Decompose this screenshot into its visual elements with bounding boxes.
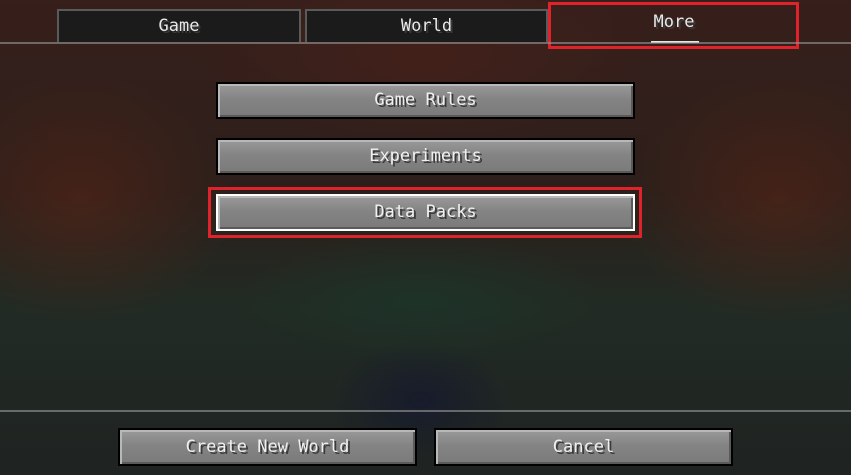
game-rules-label: Game Rules <box>374 90 477 110</box>
experiments-button[interactable]: Experiments <box>216 138 635 175</box>
tab-world[interactable]: World <box>305 9 548 42</box>
data-packs-button[interactable]: Data Packs <box>216 194 635 231</box>
data-packs-label: Data Packs <box>374 202 477 222</box>
create-new-world-label: Create New World <box>185 437 350 457</box>
experiments-label: Experiments <box>369 146 482 166</box>
tab-more[interactable]: More <box>552 4 796 44</box>
game-rules-button[interactable]: Game Rules <box>216 82 635 119</box>
tab-game-label: Game <box>158 16 200 36</box>
tab-more-label: More <box>653 12 695 32</box>
cancel-label: Cancel <box>552 437 615 457</box>
background-dim-overlay <box>0 0 851 475</box>
create-new-world-button[interactable]: Create New World <box>118 428 417 466</box>
cancel-button[interactable]: Cancel <box>434 428 733 466</box>
tab-world-label: World <box>400 16 453 36</box>
header-divider <box>0 42 851 44</box>
tab-game[interactable]: Game <box>57 9 301 42</box>
footer-divider <box>0 410 851 412</box>
